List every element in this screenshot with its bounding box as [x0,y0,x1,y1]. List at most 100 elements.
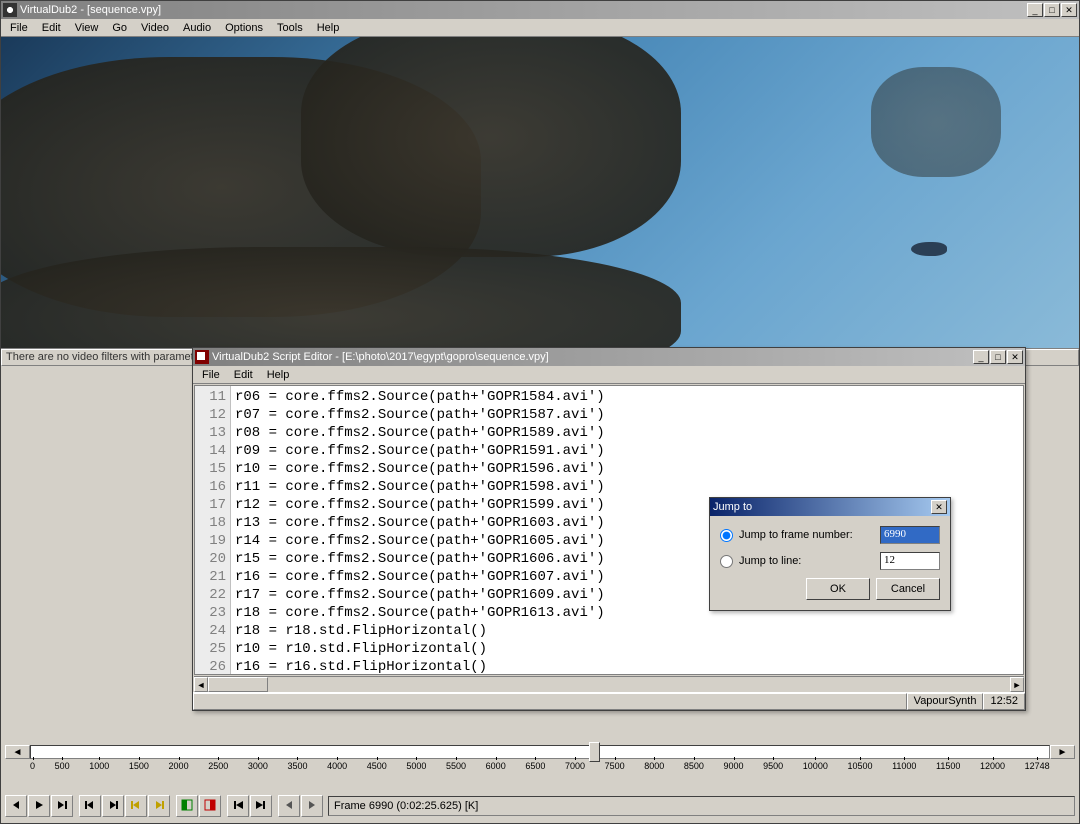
tick-11000: 11000 [892,761,916,771]
script-titlebar[interactable]: VirtualDub2 Script Editor - [E:\photo\20… [193,348,1025,366]
tick-9000: 9000 [724,761,744,771]
go-start-icon [231,798,245,815]
step-fwd-button[interactable] [102,795,124,817]
go-start-button[interactable] [227,795,249,817]
next-drop-icon [305,798,319,815]
menu-audio[interactable]: Audio [176,21,218,35]
tick-1000: 1000 [89,761,109,771]
timeline-track[interactable] [30,745,1050,759]
tick-3000: 3000 [248,761,268,771]
tick-7500: 7500 [605,761,625,771]
play-button[interactable] [28,795,50,817]
timeline-ticks: 0500100015002000250030003500400045005000… [5,759,1075,773]
menu-video[interactable]: Video [134,21,176,35]
main-menubar: FileEditViewGoVideoAudioOptionsToolsHelp [1,19,1079,37]
status-cursor-pos: 12:52 [983,693,1025,710]
tick-end: 12748 [1025,761,1050,771]
prev-drop-button[interactable] [278,795,300,817]
menu-file[interactable]: File [3,21,35,35]
scroll-left-arrow[interactable]: ◄ [194,677,208,692]
step-back-icon [83,798,97,815]
menu-go[interactable]: Go [105,21,134,35]
scroll-right-arrow[interactable]: ► [1010,677,1024,692]
tick-4000: 4000 [327,761,347,771]
jump-to-dialog: Jump to ✕ Jump to frame number: 6990 Jum… [709,497,951,611]
video-preview [1,37,1079,349]
tick-5000: 5000 [406,761,426,771]
tick-500: 500 [55,761,70,771]
key-back-button[interactable] [125,795,147,817]
label-jump-frame: Jump to frame number: [739,529,880,541]
line-number-gutter: 11121314151617181920212223242526 [195,386,231,674]
label-jump-line: Jump to line: [739,555,880,567]
key-back-icon [129,798,143,815]
menu-help[interactable]: Help [310,21,347,35]
go-end-button[interactable] [250,795,272,817]
menu-tools[interactable]: Tools [270,21,310,35]
script-maximize-button[interactable]: □ [990,350,1006,364]
tick-2000: 2000 [169,761,189,771]
transport-toolbar: Frame 6990 (0:02:25.625) [K] [5,793,1075,819]
script-menu-file[interactable]: File [195,368,227,382]
mark-in-button[interactable] [176,795,198,817]
app-icon [3,3,17,17]
script-close-button[interactable]: ✕ [1007,350,1023,364]
play-out-icon [55,798,69,815]
timeline: ◄ ► 050010001500200025003000350040004500… [5,745,1075,787]
key-fwd-icon [152,798,166,815]
tick-12000: 12000 [980,761,1005,771]
tick-8500: 8500 [684,761,704,771]
cancel-button[interactable]: Cancel [876,578,940,600]
play-icon [32,798,46,815]
horizontal-scrollbar[interactable]: ◄ ► [194,676,1024,692]
minimize-button[interactable]: _ [1027,3,1043,17]
script-title: VirtualDub2 Script Editor - [E:\photo\20… [212,351,973,363]
mark-out-icon [203,798,217,815]
tick-6000: 6000 [486,761,506,771]
script-minimize-button[interactable]: _ [973,350,989,364]
scroll-thumb[interactable] [208,677,268,692]
fish-icon [911,242,947,256]
script-menu-edit[interactable]: Edit [227,368,260,382]
status-script-type: VapourSynth [907,693,984,710]
step-fwd-icon [106,798,120,815]
rewind-button[interactable] [5,795,27,817]
tick-5500: 5500 [446,761,466,771]
timeline-right-arrow[interactable]: ► [1050,745,1075,759]
timeline-left-arrow[interactable]: ◄ [5,745,30,759]
menu-edit[interactable]: Edit [35,21,68,35]
tick-9500: 9500 [763,761,783,771]
tick-4500: 4500 [367,761,387,771]
menu-view[interactable]: View [68,21,106,35]
input-frame-number[interactable]: 6990 [880,526,940,544]
script-menu-help[interactable]: Help [260,368,297,382]
main-titlebar[interactable]: VirtualDub2 - [sequence.vpy] _ □ ✕ [1,1,1079,19]
script-menubar: FileEditHelp [193,366,1025,384]
next-drop-button[interactable] [301,795,323,817]
mark-in-icon [180,798,194,815]
main-title: VirtualDub2 - [sequence.vpy] [20,4,1027,16]
frame-status: Frame 6990 (0:02:25.625) [K] [328,796,1075,816]
tick-11500: 11500 [936,761,960,771]
tick-3500: 3500 [287,761,307,771]
key-fwd-button[interactable] [148,795,170,817]
maximize-button[interactable]: □ [1044,3,1060,17]
tick-2500: 2500 [208,761,228,771]
radio-jump-line[interactable] [720,555,733,568]
input-line-number[interactable]: 12 [880,552,940,570]
mark-out-button[interactable] [199,795,221,817]
status-spacer [193,693,907,710]
tick-8000: 8000 [644,761,664,771]
step-back-button[interactable] [79,795,101,817]
dialog-close-button[interactable]: ✕ [931,500,947,514]
ok-button[interactable]: OK [806,578,870,600]
rewind-icon [9,798,23,815]
radio-jump-frame[interactable] [720,529,733,542]
script-app-icon [195,350,209,364]
menu-options[interactable]: Options [218,21,270,35]
play-out-button[interactable] [51,795,73,817]
timeline-scrubber[interactable] [589,742,600,762]
go-end-icon [254,798,268,815]
dialog-titlebar[interactable]: Jump to ✕ [710,498,950,516]
close-button[interactable]: ✕ [1061,3,1077,17]
